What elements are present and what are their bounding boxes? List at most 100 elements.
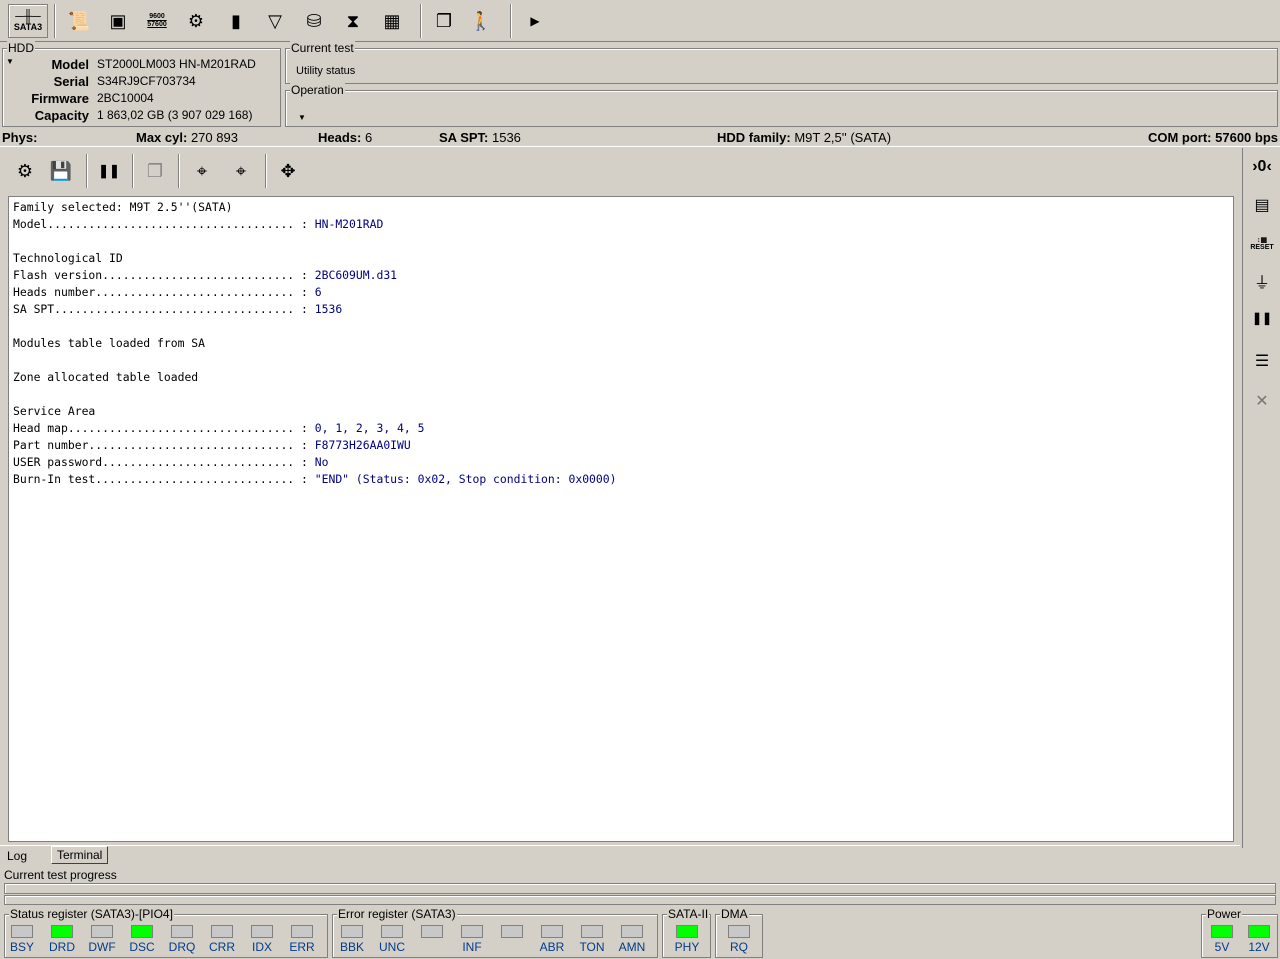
- find-icon[interactable]: ⌖: [187, 156, 217, 186]
- flash-icon[interactable]: ⧗: [338, 6, 368, 36]
- sata3-interface-button[interactable]: ─╫─ SATA3: [8, 4, 48, 38]
- reset-button[interactable]: ↕▦ RESET: [1247, 228, 1277, 258]
- led-label: UNC: [379, 940, 405, 954]
- grid-icon[interactable]: ▦: [377, 6, 407, 36]
- max-cyl-label: Max cyl:: [136, 130, 188, 145]
- error-register-group: Error register (SATA3) BBK UNC INF ABR TON…: [332, 907, 658, 958]
- play-icon[interactable]: ▶: [520, 6, 550, 36]
- led-indicator: [1248, 925, 1270, 938]
- led-indicator: [381, 925, 403, 938]
- led-indicator: [171, 925, 193, 938]
- led-label: DRQ: [168, 940, 196, 954]
- toolbar-separator: [132, 154, 134, 188]
- sata2-label: SATA-II: [667, 907, 710, 921]
- exit-icon[interactable]: 🚶: [466, 6, 496, 36]
- list-icon[interactable]: ☰: [1247, 346, 1277, 376]
- drive-info-icon[interactable]: 📜: [64, 6, 94, 36]
- move-icon[interactable]: ✥: [273, 156, 303, 186]
- ruler-icon[interactable]: ▽: [260, 6, 290, 36]
- led-rq: RQ: [719, 925, 759, 954]
- dma-label: DMA: [720, 907, 749, 921]
- current-test-value: Utility status: [296, 65, 356, 77]
- log-line: Model...................................…: [13, 216, 1233, 233]
- tab-terminal[interactable]: Terminal: [51, 846, 109, 864]
- led-bbk: BBK: [332, 925, 372, 954]
- power-label: Power: [1206, 907, 1243, 921]
- chip-icon[interactable]: ▮: [221, 6, 251, 36]
- open-log-icon[interactable]: ⚙: [10, 156, 40, 186]
- family-label: HDD family:: [717, 130, 791, 145]
- heads-label: Heads:: [318, 130, 362, 145]
- led-indicator: [501, 925, 523, 938]
- pause-icon[interactable]: ❚❚: [94, 156, 124, 186]
- baud-rate-button[interactable]: 9600 57600: [142, 6, 172, 36]
- log-line: Service Area: [13, 403, 1233, 420]
- status-register-label: Status register (SATA3)-[PIO4]: [9, 907, 174, 921]
- led-indicator: [461, 925, 483, 938]
- led-indicator: [676, 925, 698, 938]
- find-next-icon[interactable]: ⌖: [226, 156, 256, 186]
- log-text: Zone allocated table loaded: [13, 370, 199, 384]
- led-label: IDX: [251, 940, 272, 954]
- zero-icon[interactable]: ›0‹: [1247, 152, 1277, 182]
- log-line: Zone allocated table loaded: [13, 369, 1233, 386]
- heads-value: 6: [364, 130, 373, 145]
- windows-icon[interactable]: ❐: [429, 6, 459, 36]
- led-indicator: [541, 925, 563, 938]
- board-icon[interactable]: ▤: [1247, 190, 1277, 220]
- sa-spt-label: SA SPT:: [439, 130, 489, 145]
- led-label: INF: [462, 940, 482, 954]
- led-phy: PHY: [667, 925, 707, 954]
- tab-log[interactable]: Log: [2, 848, 32, 866]
- log-value: "END" (Status: 0x02, Stop condition: 0x0…: [314, 472, 617, 486]
- dropdown-arrow-icon[interactable]: ▼: [298, 113, 306, 122]
- led-indicator: [11, 925, 33, 938]
- connector-icon: ─╫─: [15, 9, 41, 23]
- led-label: ABR: [539, 940, 565, 954]
- sa-spt-value: 1536: [491, 130, 521, 145]
- copy-icon[interactable]: ❐: [140, 156, 170, 186]
- log-line: Burn-In test............................…: [13, 471, 1233, 488]
- log-text: Technological ID: [13, 251, 123, 265]
- led-label: 5V: [1214, 940, 1230, 954]
- settings-save-icon[interactable]: ⚙: [181, 6, 211, 36]
- power-switch-icon[interactable]: ⏚: [1247, 266, 1277, 296]
- disk-load-icon[interactable]: ⛁: [299, 6, 329, 36]
- led-indicator: [728, 925, 750, 938]
- current-test-group: Current test Utility status: [285, 41, 1278, 84]
- toolbar-separator: [420, 4, 422, 38]
- log-output[interactable]: Family selected: M9T 2.5''(SATA) Model...…: [8, 196, 1234, 842]
- log-line: USER password...........................…: [13, 454, 1233, 471]
- pause-icon[interactable]: ❚❚: [1247, 303, 1277, 333]
- led-indicator: [421, 925, 443, 938]
- led-indicator: [341, 925, 363, 938]
- led-indicator: [131, 925, 153, 938]
- progress-bar: [4, 883, 1276, 894]
- log-text: Part number.............................…: [13, 438, 315, 452]
- led-crr: CRR: [202, 925, 242, 954]
- log-line: Family selected: M9T 2.5''(SATA): [13, 199, 1233, 216]
- led-label: CRR: [209, 940, 235, 954]
- led-dsc: DSC: [122, 925, 162, 954]
- save-log-icon[interactable]: 💾: [46, 156, 76, 186]
- tools-icon[interactable]: ✕: [1247, 386, 1277, 416]
- led-unc: UNC: [372, 925, 412, 954]
- led-dwf: DWF: [82, 925, 122, 954]
- sata2-group: SATA-II PHY: [662, 907, 711, 958]
- led-label: ERR: [289, 940, 315, 954]
- led-err: ERR: [282, 925, 322, 954]
- log-text: Family selected: M9T 2.5''(SATA): [13, 200, 233, 214]
- log-text: SA SPT..................................…: [13, 302, 315, 316]
- led-label: DSC: [129, 940, 155, 954]
- led-indicator: [581, 925, 603, 938]
- led-label: BBK: [339, 940, 364, 954]
- led-label: 12V: [1248, 940, 1270, 954]
- main-toolbar: ─╫─ SATA3 📜 ▣ 9600 57600 ⚙ ▮ ▽ ⛁ ⧗ ▦ ❐ 🚶 …: [0, 0, 1280, 42]
- led-label: TON: [579, 940, 605, 954]
- id-card-icon[interactable]: ▣: [103, 6, 133, 36]
- progress-bar-secondary: [4, 895, 1276, 905]
